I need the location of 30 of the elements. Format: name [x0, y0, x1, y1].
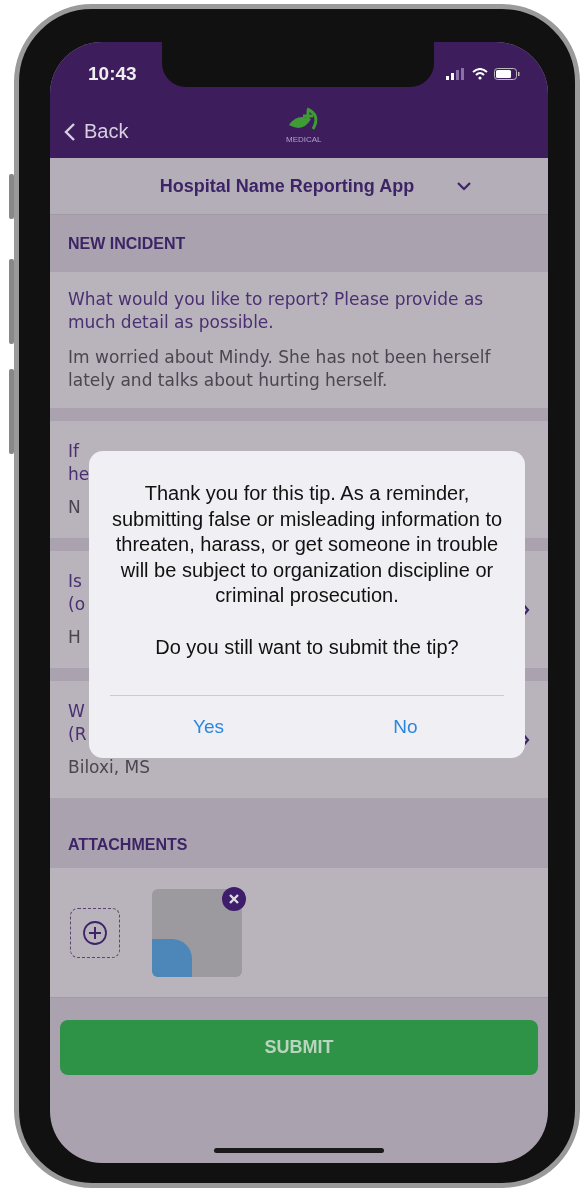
field-value: H [68, 626, 81, 649]
submit-button[interactable]: SUBMIT [60, 1020, 538, 1075]
add-attachment-button[interactable] [70, 907, 120, 958]
question-label: What would you like to report? Please provide as much detail as possible. [68, 288, 485, 334]
app-logo: MEDICAL [286, 107, 322, 144]
section-header: NEW INCIDENT [68, 234, 186, 253]
app-selector[interactable]: Hospital Name Reporting App [50, 158, 548, 215]
chevron-left-icon [64, 121, 76, 142]
field-label: Is [68, 570, 82, 593]
field-label: (o [68, 593, 86, 616]
battery-icon [494, 67, 520, 80]
field-value: Biloxi, MS [68, 756, 151, 779]
plus-icon [82, 919, 108, 946]
section-header: ATTACHMENTS [68, 836, 188, 854]
field-label: W [68, 700, 85, 723]
remove-icon[interactable] [222, 886, 246, 911]
dialog-button[interactable]: Yes [110, 696, 307, 758]
field-label: (R [68, 723, 87, 746]
field-label: If [68, 440, 79, 463]
dialog-question: Do you still want to submit the tip? [155, 634, 459, 660]
dialog-message: Thank you for this tip. As a reminder, submitting false or misleading information to threaten, harass, or get someone in trouble will be subject to organization discipline or criminal prosecution. [110, 481, 504, 608]
field-value: N [68, 496, 81, 519]
back-button[interactable]: Back [64, 120, 129, 143]
chevron-down-icon [456, 181, 473, 191]
status-time: 10:43 [88, 62, 137, 85]
signal-icon [446, 67, 466, 80]
dialog-button[interactable]: No [307, 696, 504, 758]
answer-text: Im worried about Mindy. She has not been herself lately and talks about hurting herself. [68, 346, 492, 392]
wifi-icon [472, 67, 488, 80]
field-label: he [68, 463, 90, 486]
